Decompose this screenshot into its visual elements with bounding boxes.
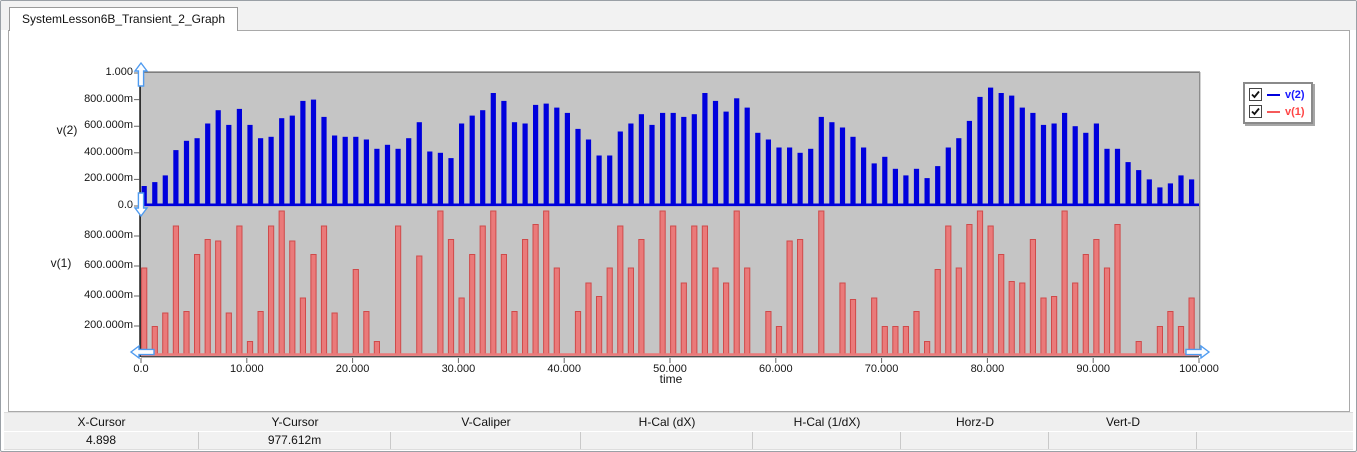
cursor-col-header: H-Cal (1/dX) xyxy=(793,415,861,429)
cursor-value-cell: 4.898 xyxy=(4,432,199,449)
legend-label: v(1) xyxy=(1285,105,1305,118)
legend-label: v(2) xyxy=(1285,88,1305,101)
header-filler xyxy=(1197,413,1353,431)
legend-row-v(2): v(2) xyxy=(1249,86,1305,103)
cursor-value-cell xyxy=(581,432,753,449)
cursor-table-header-row: X-Cursor Y-Cursor V-Caliper H-Cal (dX) H-Cal… xyxy=(4,412,1353,432)
cursor-col-header: V-Caliper xyxy=(461,415,511,429)
check-icon xyxy=(1251,90,1260,99)
cursor-col-header: H-Cal (dX) xyxy=(638,415,696,429)
legend: v(2) v(1) xyxy=(1243,82,1313,124)
tab-title: SystemLesson6B_Transient_2_Graph xyxy=(22,12,226,26)
legend-line-sample-icon xyxy=(1267,110,1280,113)
tab-graph[interactable]: SystemLesson6B_Transient_2_Graph xyxy=(9,7,239,31)
legend-checkbox-1[interactable] xyxy=(1249,105,1262,118)
legend-row-v(1): v(1) xyxy=(1249,103,1305,120)
legend-checkbox-0[interactable] xyxy=(1249,88,1262,101)
y-axis-name-v1: v(1) xyxy=(50,256,72,270)
cursor-value-cell xyxy=(1049,432,1197,449)
cursor-table: X-Cursor Y-Cursor V-Caliper H-Cal (dX) H-Cal… xyxy=(4,412,1353,450)
cursor-table-value-row: 4.898 977.612m xyxy=(4,432,1353,450)
check-icon xyxy=(1251,107,1260,116)
cursor-col-header: X-Cursor xyxy=(77,415,126,429)
value-filler xyxy=(1197,432,1353,449)
cursor-value-cell xyxy=(391,432,581,449)
cursor-value-cell xyxy=(901,432,1049,449)
waveform-plot[interactable] xyxy=(129,61,1211,363)
x-axis-name: time xyxy=(659,372,683,386)
legend-line-sample-icon xyxy=(1267,93,1280,96)
cursor-col-header: Vert-D xyxy=(1105,415,1140,429)
plot-background xyxy=(141,73,1199,356)
cursor-col-header: Y-Cursor xyxy=(271,415,319,429)
cursor-col-header: Horz-D xyxy=(956,415,994,429)
y-axis-name-v2: v(2) xyxy=(56,123,78,137)
graph-window: SystemLesson6B_Transient_2_Graph 1.000 80… xyxy=(0,0,1357,452)
cursor-value-cell: 977.612m xyxy=(199,432,391,449)
cursor-value-cell xyxy=(753,432,901,449)
